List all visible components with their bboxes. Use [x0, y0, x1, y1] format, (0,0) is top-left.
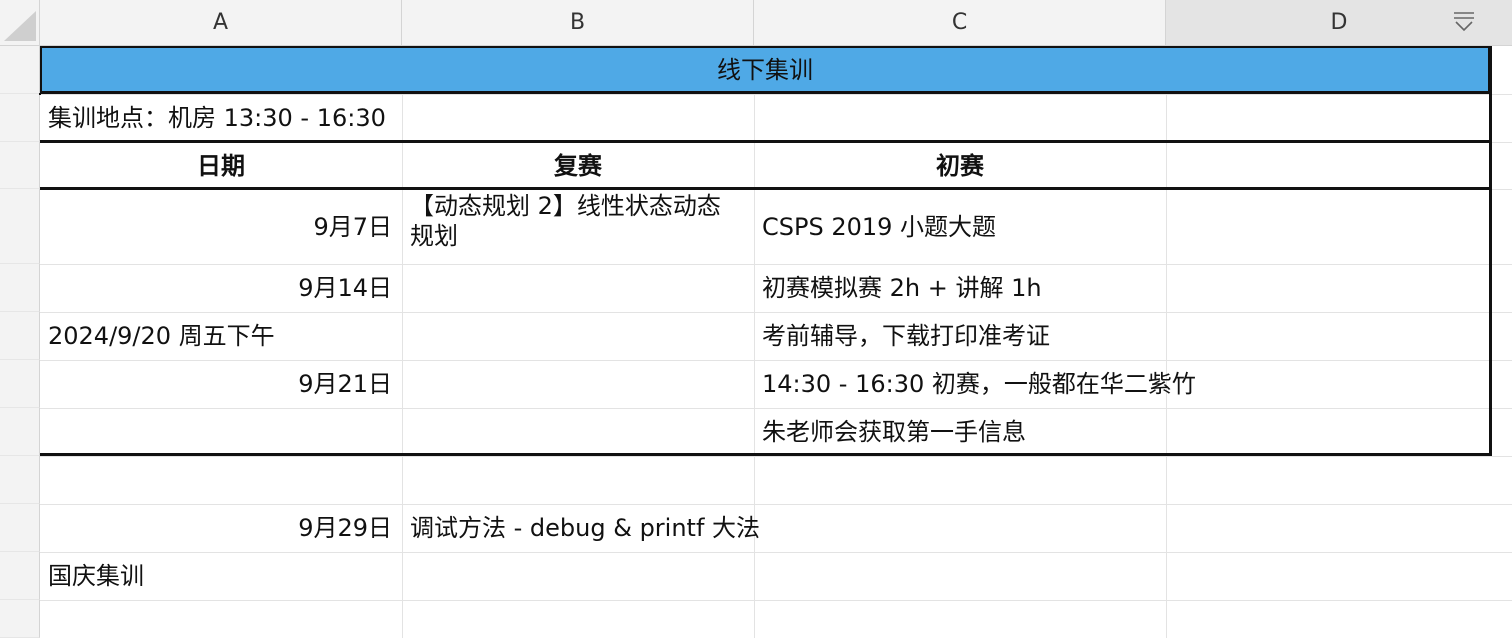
date-cell[interactable]: 2024/9/20 周五下午: [40, 312, 402, 360]
row-header[interactable]: [0, 312, 40, 360]
row-header[interactable]: [0, 408, 40, 456]
sheet-title[interactable]: 线下集训: [40, 46, 1490, 93]
final-cell[interactable]: 【动态规划 2】线性状态动态规划: [402, 189, 742, 264]
row-header[interactable]: [0, 46, 40, 94]
row-header[interactable]: [0, 94, 40, 142]
date-cell[interactable]: 9月14日: [40, 264, 402, 312]
header-final[interactable]: 复赛: [402, 142, 754, 189]
row-number: 2: [0, 607, 1, 631]
row-header[interactable]: [0, 456, 40, 504]
header-prelim[interactable]: 初赛: [754, 142, 1166, 189]
prelim-cell[interactable]: 初赛模拟赛 2h + 讲解 1h: [754, 264, 1354, 312]
row-header[interactable]: [0, 142, 40, 189]
row-header[interactable]: 0: [0, 504, 40, 552]
table-border-right: [1489, 46, 1492, 456]
topic-cell[interactable]: 调试方法 - debug & printf 大法: [402, 504, 1102, 552]
select-all-corner[interactable]: [0, 0, 40, 46]
date-cell[interactable]: 9月29日: [40, 504, 402, 552]
row-header[interactable]: [0, 360, 40, 408]
section-label-cell[interactable]: 国庆集训: [40, 552, 402, 600]
row-number: 0: [0, 516, 1, 540]
row-header[interactable]: 2: [0, 600, 40, 638]
table-border-bottom: [40, 453, 1492, 456]
date-cell[interactable]: 9月7日: [40, 189, 402, 264]
date-cell[interactable]: 9月21日: [40, 360, 402, 408]
prelim-cell[interactable]: 朱老师会获取第一手信息: [754, 408, 1354, 456]
header-date[interactable]: 日期: [40, 142, 402, 189]
prelim-cell[interactable]: 14:30 - 16:30 初赛，一般都在华二紫竹: [754, 360, 1454, 408]
table-header-border: [40, 187, 1492, 190]
row-header[interactable]: [0, 264, 40, 312]
prelim-cell[interactable]: CSPS 2019 小题大题: [754, 189, 1166, 264]
column-header-c[interactable]: C: [754, 0, 1166, 46]
location-cell[interactable]: 集训地点：机房 13:30 - 16:30: [40, 94, 1490, 142]
spreadsheet: A B C D 0 2 线下集训 集训地点：机房 13:30 - 16:30 日…: [0, 0, 1512, 638]
filter-dropdown-icon[interactable]: [1452, 10, 1476, 34]
prelim-cell[interactable]: 考前辅导，下载打印准考证: [754, 312, 1354, 360]
table-border-top: [40, 140, 1492, 143]
title-border-bottom: [40, 92, 1492, 94]
column-header-b[interactable]: B: [402, 0, 754, 46]
row-header[interactable]: [0, 189, 40, 264]
row-header[interactable]: [0, 552, 40, 600]
column-header-a[interactable]: A: [40, 0, 402, 46]
